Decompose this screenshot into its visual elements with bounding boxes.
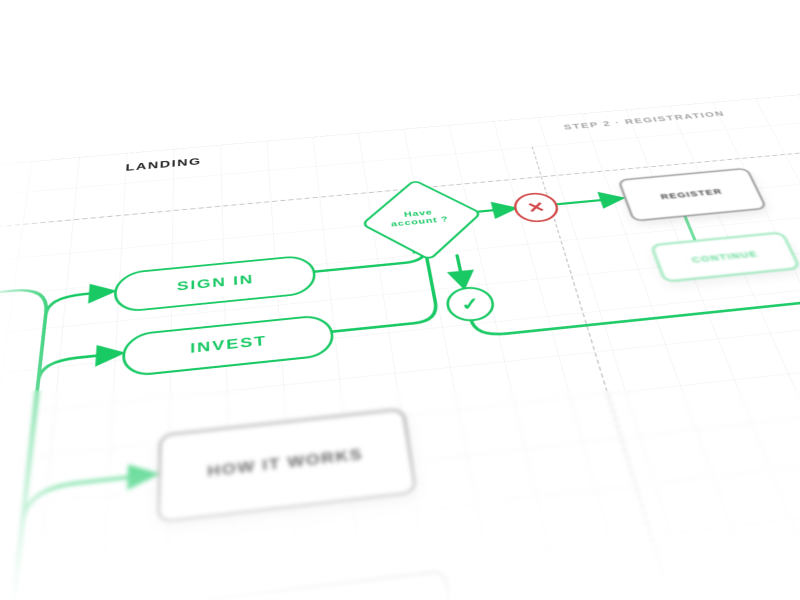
branch-yes-icon: ✓ xyxy=(443,285,497,324)
flowchart-plane: LANDING STEP 2 · REGISTRATION xyxy=(0,91,800,600)
section-label-registration: STEP 2 · REGISTRATION xyxy=(563,110,727,132)
node-how-it-works[interactable]: HOW IT WORKS xyxy=(157,408,416,523)
node-continue-label: CONTINUE xyxy=(690,249,759,264)
node-register-label: REGISTER xyxy=(659,187,724,201)
node-sign-in[interactable]: SIGN IN xyxy=(113,254,318,314)
node-continue[interactable]: CONTINUE xyxy=(650,232,800,283)
node-why-us[interactable]: WHY US ? xyxy=(171,570,462,600)
node-sign-in-label: SIGN IN xyxy=(177,272,255,293)
node-decision-label: Have account ? xyxy=(352,172,490,265)
check-mark-icon: ✓ xyxy=(459,293,482,314)
dof-overlay-top xyxy=(0,0,800,70)
node-invest-label: INVEST xyxy=(190,333,267,356)
flowchart-canvas: LANDING STEP 2 · REGISTRATION xyxy=(0,0,800,600)
node-register[interactable]: REGISTER xyxy=(618,168,768,222)
node-how-it-works-label: HOW IT WORKS xyxy=(207,446,364,480)
x-mark-icon: ✕ xyxy=(525,198,547,216)
section-label-landing: LANDING xyxy=(125,156,201,173)
connectors-layer xyxy=(0,91,800,600)
node-invest[interactable]: INVEST xyxy=(121,313,335,377)
node-decision-have-account[interactable]: Have account ? xyxy=(352,172,490,265)
